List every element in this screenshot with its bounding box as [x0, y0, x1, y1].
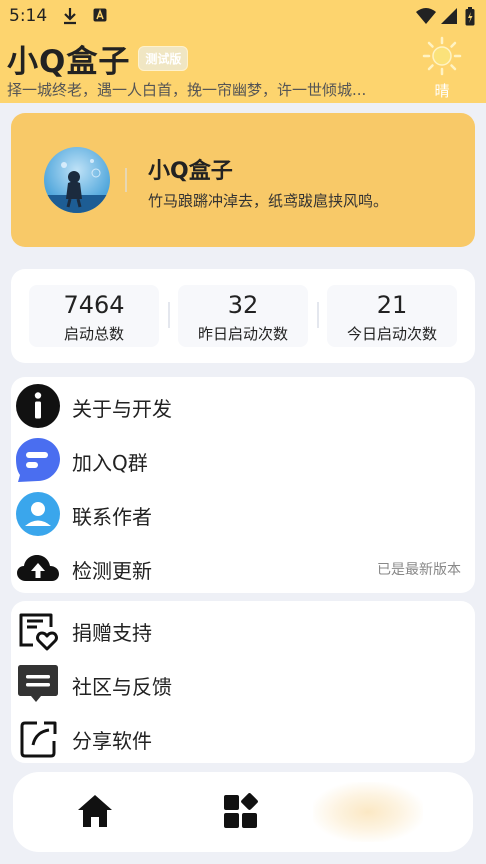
- menu-item-contact-author[interactable]: 联系作者: [11, 487, 475, 541]
- menu-label: 加入Q群: [72, 451, 148, 475]
- status-bar: 5:14: [0, 0, 486, 34]
- menu-label: 捐赠支持: [72, 621, 152, 645]
- avatar-image: [44, 159, 110, 213]
- menu-item-share[interactable]: 分享软件: [11, 711, 475, 765]
- cloud-upload-icon: [17, 555, 59, 581]
- stat-value: 21: [376, 291, 408, 319]
- signal-icon: [441, 8, 457, 24]
- stat-yesterday-launches: 32 昨日启动次数: [178, 285, 308, 347]
- menu-label: 社区与反馈: [72, 675, 172, 699]
- test-version-badge: 测试版: [138, 46, 189, 71]
- menu-item-join-group[interactable]: 加入Q群: [11, 433, 475, 487]
- info-icon: [16, 384, 60, 428]
- app-title: 小Q盒子: [7, 44, 131, 80]
- download-icon: [64, 8, 76, 25]
- weather-text: 晴: [434, 82, 450, 100]
- weather-widget[interactable]: 晴: [421, 36, 463, 101]
- stat-divider: [317, 302, 319, 328]
- chat-bubble-icon: [16, 438, 60, 482]
- menu-item-check-update[interactable]: 检测更新 已是最新版本: [11, 541, 475, 595]
- stat-divider: [168, 302, 170, 328]
- menu-label: 关于与开发: [72, 397, 172, 421]
- menu-label: 检测更新: [72, 559, 152, 583]
- stat-total-launches: 7464 启动总数: [29, 285, 159, 347]
- user-icon: [16, 492, 60, 536]
- title-row: 小Q盒子 测试版: [7, 36, 189, 81]
- apps-grid-icon[interactable]: [222, 790, 262, 832]
- stat-value: 7464: [63, 291, 125, 319]
- battery-icon: [465, 7, 475, 26]
- menu-label: 分享软件: [72, 729, 152, 753]
- nav-highlight: [313, 782, 423, 842]
- menu-group-support: 捐赠支持 社区与反馈 分享软件: [11, 601, 475, 763]
- a-notification-icon: [93, 8, 107, 22]
- status-time: 5:14: [9, 6, 48, 26]
- bottom-nav: [13, 772, 473, 852]
- stat-label: 今日启动次数: [346, 325, 437, 343]
- share-icon: [20, 721, 57, 758]
- menu-label: 联系作者: [72, 505, 152, 529]
- menu-item-about[interactable]: 关于与开发: [11, 379, 475, 433]
- stat-today-launches: 21 今日启动次数: [327, 285, 457, 347]
- stat-value: 32: [227, 291, 259, 319]
- profile-card[interactable]: 小Q盒子 竹马踉蹡冲淖去，纸鸢跋扈挟风鸣。: [11, 113, 475, 247]
- wifi-icon: [416, 8, 436, 24]
- message-icon: [18, 665, 58, 702]
- menu-group-info: 关于与开发 加入Q群 联系作者 检测更新 已是最新版本: [11, 377, 475, 593]
- header-subtitle: 择一城终老，遇一人白首，挽一帘幽梦，许一世倾城...: [7, 81, 367, 99]
- menu-item-donate[interactable]: 捐赠支持: [11, 603, 475, 657]
- stats-panel: 7464 启动总数 32 昨日启动次数 21 今日启动次数: [11, 269, 475, 363]
- stat-label: 启动总数: [63, 325, 124, 343]
- profile-signature: 竹马踉蹡冲淖去，纸鸢跋扈挟风鸣。: [148, 192, 389, 210]
- donate-icon: [19, 613, 58, 651]
- profile-divider: [125, 168, 127, 192]
- avatar[interactable]: [44, 147, 110, 213]
- update-status-text: 已是最新版本: [377, 562, 461, 578]
- sun-icon: [422, 36, 462, 76]
- header: 5:14 小Q盒子 测试版 择一城终老，遇一人白首，挽一帘幽梦，许一世倾城...: [0, 0, 486, 103]
- menu-item-community-feedback[interactable]: 社区与反馈: [11, 657, 475, 711]
- home-icon[interactable]: [75, 790, 115, 832]
- profile-name: 小Q盒子: [148, 159, 233, 184]
- stat-label: 昨日启动次数: [197, 325, 288, 343]
